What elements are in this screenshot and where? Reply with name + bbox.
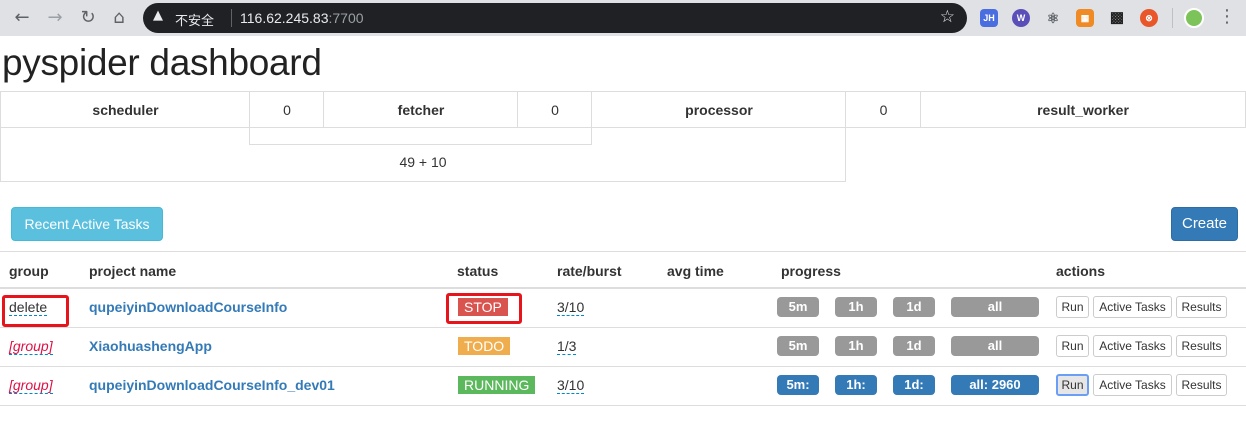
scheduler-label: scheduler	[0, 91, 250, 128]
warning-icon: ▲	[153, 8, 163, 23]
react-devtools-icon[interactable]: ⚛	[1044, 9, 1062, 27]
status-badge[interactable]: TODO	[458, 337, 511, 355]
url-port: :7700	[328, 10, 364, 26]
header-project-name: project name	[89, 263, 177, 279]
progress-5m: 5m	[777, 336, 819, 356]
progress-1h: 1h:	[835, 375, 877, 395]
run-button[interactable]: Run	[1056, 335, 1089, 357]
back-icon[interactable]: ←	[11, 7, 33, 29]
progress-1d: 1d	[893, 336, 935, 356]
progress-all: all	[951, 297, 1039, 317]
table-row: [group] qupeiyinDownloadCourseInfo_dev01…	[0, 367, 1246, 406]
results-button[interactable]: Results	[1176, 335, 1227, 357]
progress-all: all	[951, 336, 1039, 356]
browser-menu-icon[interactable]: ⋮	[1218, 6, 1236, 27]
status-highlight-box	[446, 293, 522, 324]
status-badge[interactable]: RUNNING	[458, 376, 536, 394]
header-avg-time: avg time	[667, 263, 724, 279]
table-header: group project name status rate/burst avg…	[0, 251, 1246, 289]
header-rate-burst: rate/burst	[557, 263, 622, 279]
fetcher-label: fetcher	[323, 91, 518, 128]
project-name-link[interactable]: XiaohuashengApp	[89, 338, 212, 354]
insecure-label: 不安全	[175, 14, 215, 29]
progress-1d: 1d	[893, 297, 935, 317]
forward-icon[interactable]: →	[44, 7, 66, 29]
active-tasks-button[interactable]: Active Tasks	[1093, 296, 1172, 318]
browser-toolbar: ← → ↻ ⌂ ▲ 不安全 116.62.245.83:7700 ☆ JH W …	[0, 0, 1246, 36]
progress-5m: 5m:	[777, 375, 819, 395]
header-status: status	[457, 263, 499, 279]
progress-5m: 5m	[777, 297, 819, 317]
processor-label: processor	[591, 91, 846, 128]
url-text: 116.62.245.83:7700	[240, 10, 364, 26]
group-editable[interactable]: [group]	[9, 377, 53, 394]
progress-1h: 1h	[835, 336, 877, 356]
progress-all: all: 2960	[951, 375, 1039, 395]
run-button[interactable]: Run	[1056, 374, 1089, 396]
bookmark-star-icon[interactable]: ☆	[940, 7, 955, 27]
group-editable[interactable]: [group]	[9, 338, 53, 355]
url-host: 116.62.245.83	[240, 10, 329, 26]
header-actions: actions	[1056, 263, 1106, 279]
project-name-link[interactable]: qupeiyinDownloadCourseInfo_dev01	[89, 377, 335, 393]
header-progress: progress	[781, 263, 841, 279]
project-name-link[interactable]: qupeiyinDownloadCourseInfo	[89, 299, 287, 315]
table-row: delete qupeiyinDownloadCourseInfo STOP 3…	[0, 289, 1246, 328]
results-button[interactable]: Results	[1176, 374, 1227, 396]
rate-burst-editable[interactable]: 1/3	[557, 338, 577, 355]
extension-orange-icon[interactable]: ▦	[1076, 9, 1094, 27]
fetcher-value: 0	[517, 91, 592, 128]
rate-burst-editable[interactable]: 3/10	[557, 377, 585, 394]
home-icon[interactable]: ⌂	[108, 7, 130, 29]
active-tasks-button[interactable]: Active Tasks	[1093, 374, 1172, 396]
table-row: [group] XiaohuashengApp TODO 1/3 5m 1h 1…	[0, 328, 1246, 367]
header-group: group	[9, 263, 49, 279]
extension-w-icon[interactable]: W	[1012, 9, 1030, 27]
qr-code-icon[interactable]: ▩	[1108, 9, 1126, 27]
result-worker-label: result_worker	[920, 91, 1246, 128]
progress-1d: 1d:	[893, 375, 935, 395]
queue-value: 49 + 10	[0, 128, 846, 182]
address-bar[interactable]: ▲ 不安全 116.62.245.83:7700 ☆	[143, 3, 967, 33]
scheduler-value: 0	[249, 91, 324, 128]
extension-red-icon[interactable]: ⊗	[1140, 9, 1158, 27]
run-button[interactable]: Run	[1056, 296, 1089, 318]
create-button[interactable]: Create	[1171, 207, 1238, 241]
recent-active-tasks-button[interactable]: Recent Active Tasks	[11, 207, 163, 241]
progress-1h: 1h	[835, 297, 877, 317]
profile-avatar[interactable]	[1184, 8, 1204, 28]
rate-burst-editable[interactable]: 3/10	[557, 299, 585, 316]
reload-icon[interactable]: ↻	[77, 7, 99, 29]
toolbar-divider	[1172, 8, 1173, 28]
results-button[interactable]: Results	[1176, 296, 1227, 318]
page-title: pyspider dashboard	[2, 42, 322, 83]
group-highlight-box	[2, 295, 69, 327]
processor-value: 0	[845, 91, 921, 128]
extension-jh-icon[interactable]: JH	[980, 9, 998, 27]
active-tasks-button[interactable]: Active Tasks	[1093, 335, 1172, 357]
address-divider	[231, 9, 232, 27]
